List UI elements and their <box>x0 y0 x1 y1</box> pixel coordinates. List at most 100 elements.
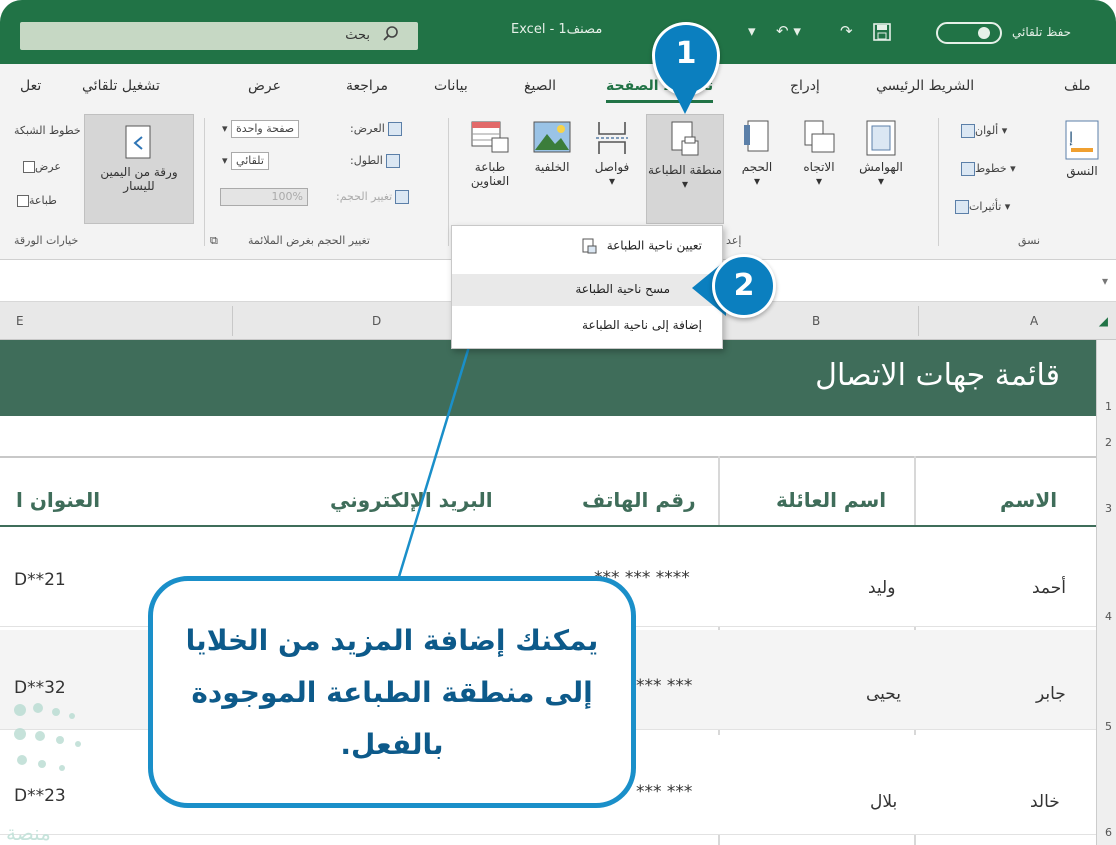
gridlines-view-checkbox[interactable]: عرض <box>20 160 61 173</box>
effects-button[interactable]: ▾ تأثيرات <box>952 200 1010 214</box>
tab-home[interactable]: الشريط الرئيسي <box>876 78 974 94</box>
breaks-button[interactable]: فواصل ▾ <box>586 120 638 188</box>
print-area-button[interactable]: منطقة الطباعة ▾ <box>646 114 724 224</box>
header-phone[interactable]: رقم الهاتف <box>582 488 696 512</box>
cell-name[interactable]: خالد <box>1030 792 1060 812</box>
column-header-a[interactable]: A <box>1030 314 1038 328</box>
row-header[interactable]: 1 <box>1105 400 1112 413</box>
row-header[interactable]: 4 <box>1105 610 1112 623</box>
cell-address[interactable]: D**21 <box>14 570 66 590</box>
row-header[interactable]: 5 <box>1105 720 1112 733</box>
scale-spinner[interactable]: 100% <box>220 188 308 206</box>
dialog-launcher-icon[interactable]: ⧉ <box>210 234 218 248</box>
cell-family[interactable]: وليد <box>868 578 895 598</box>
tab-insert[interactable]: إدراج <box>790 78 820 94</box>
window-title: Excel - 1مصنف <box>511 22 603 37</box>
dropdown-arrow-icon: ▾ <box>815 174 823 188</box>
select-all-icon[interactable]: ◢ <box>1099 314 1108 328</box>
orientation-icon <box>804 120 835 153</box>
tab-review[interactable]: مراجعة <box>346 78 388 94</box>
themes-label: النسق <box>1066 164 1098 178</box>
column-header-b[interactable]: B <box>812 314 820 328</box>
clear-print-area-label: مسح ناحية الطباعة <box>575 282 670 296</box>
breaks-label: فواصل <box>594 160 630 174</box>
expand-formula-icon[interactable]: ▾ <box>1102 274 1108 288</box>
sheet-title: قائمة جهات الاتصال <box>815 358 1060 393</box>
tab-view[interactable]: عرض <box>248 78 281 94</box>
row-header[interactable]: 6 <box>1105 826 1112 839</box>
undo-icon[interactable]: ↶ ▾ <box>776 22 801 40</box>
step-1-pointer <box>668 80 702 114</box>
sheet-options-group-label: خيارات الورقة <box>14 234 79 247</box>
header-address[interactable]: العنوان ا <box>16 488 100 512</box>
scale-group-label: تغيير الحجم بغرض الملائمة <box>248 234 370 247</box>
themes-button[interactable]: إ النسق <box>1054 120 1110 178</box>
row-header[interactable]: 3 <box>1105 502 1112 515</box>
background-button[interactable]: الخلفية <box>524 120 580 174</box>
size-label: الحجم <box>741 160 773 174</box>
print-titles-button[interactable]: طباعة العناوين <box>460 120 520 188</box>
sheet-rtl-label: ورقة من اليمين لليسار <box>100 165 178 193</box>
margins-button[interactable]: الهوامش ▾ <box>850 120 912 188</box>
column-header-d[interactable]: D <box>372 314 381 328</box>
scale-label: تغيير الحجم: <box>336 190 393 203</box>
column-header-e[interactable]: E <box>16 314 24 328</box>
header-name[interactable]: الاسم <box>1000 488 1057 512</box>
tab-formulas[interactable]: الصيغ <box>524 78 556 94</box>
fonts-button[interactable]: ▾ خطوط <box>958 162 1016 176</box>
height-value: تلقائي <box>231 152 269 170</box>
cell-phone[interactable]: *** *** <box>636 782 692 802</box>
tab-file[interactable]: ملف <box>1064 78 1091 94</box>
width-dropdown[interactable]: صفحة واحدة ▾ <box>222 120 300 138</box>
header-family[interactable]: اسم العائلة <box>776 488 886 512</box>
customize-qat-icon[interactable]: ▾ <box>748 22 756 40</box>
sheet-rtl-button[interactable]: ورقة من اليمين لليسار <box>84 114 194 224</box>
header-email[interactable]: البريد الإلكتروني <box>330 488 493 512</box>
info-callout-text: يمكنك إضافة المزيد من الخلايا إلى منطقة … <box>185 624 599 761</box>
autosave-toggle[interactable] <box>936 22 1002 44</box>
cell-family[interactable]: يحيى <box>866 684 901 704</box>
effects-label: تأثيرات <box>969 200 1002 213</box>
gridlines-label: خطوط الشبكة <box>14 124 81 137</box>
toggle-knob <box>978 27 990 39</box>
menu-item-set-print-area[interactable]: تعيين ناحية الطباعة <box>581 238 702 254</box>
scale-label-row: تغيير الحجم: <box>336 190 410 204</box>
tab-automate[interactable]: تشغيل تلقائي <box>82 78 160 94</box>
print-area-icon <box>671 121 699 156</box>
cell-phone[interactable]: *** *** <box>636 676 692 696</box>
tab-data[interactable]: بيانات <box>434 78 468 94</box>
row-header[interactable]: 2 <box>1105 436 1112 449</box>
search-input[interactable]: بحث <box>20 22 418 50</box>
save-icon[interactable] <box>872 22 892 46</box>
effects-icon <box>955 200 969 214</box>
separator <box>204 118 205 246</box>
cell-name[interactable]: جابر <box>1036 684 1066 704</box>
menu-item-clear-print-area[interactable]: مسح ناحية الطباعة <box>452 274 722 306</box>
gridlines-print-checkbox[interactable]: طباعة <box>14 194 57 207</box>
redo-icon[interactable]: ↷ <box>840 22 853 40</box>
orientation-button[interactable]: الاتجاه ▾ <box>792 120 846 188</box>
page-setup-group-label: إعد <box>726 234 742 247</box>
width-label: العرض: <box>350 122 385 135</box>
colors-button[interactable]: ▾ ألوان <box>958 124 1007 138</box>
svg-text:منصة: منصة <box>6 821 51 845</box>
size-button[interactable]: الحجم ▾ <box>730 120 784 188</box>
header-underline <box>0 525 1096 527</box>
width-icon <box>387 122 402 136</box>
fonts-icon <box>961 162 975 176</box>
separator <box>938 118 939 246</box>
sheet-title-banner[interactable]: قائمة جهات الاتصال <box>0 340 1096 416</box>
cell-family[interactable]: بلال <box>870 792 897 812</box>
background-label: الخلفية <box>534 160 570 174</box>
print-area-menu: تعيين ناحية الطباعة مسح ناحية الطباعة إض… <box>451 225 723 349</box>
cell-name[interactable]: أحمد <box>1032 578 1066 598</box>
menu-item-add-to-print-area[interactable]: إضافة إلى ناحية الطباعة <box>582 318 702 332</box>
height-label-row: الطول: <box>350 154 400 168</box>
colors-label: ألوان <box>975 124 999 137</box>
margins-label: الهوامش <box>859 160 903 174</box>
breaks-icon <box>596 122 628 154</box>
tab-help[interactable]: تعل <box>20 78 41 94</box>
height-dropdown[interactable]: تلقائي ▾ <box>222 152 269 170</box>
dropdown-arrow-icon: ▾ <box>681 177 689 191</box>
themes-group-label: نسق <box>1018 234 1041 247</box>
